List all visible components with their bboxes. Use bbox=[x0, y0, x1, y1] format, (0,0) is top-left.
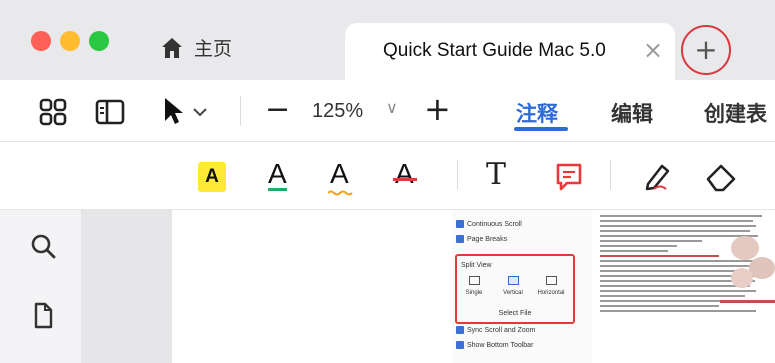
document-tab-title: Quick Start Guide Mac 5.0 bbox=[383, 40, 606, 61]
setting-label: Page Breaks bbox=[467, 235, 508, 243]
comment-icon[interactable] bbox=[555, 162, 583, 192]
eraser-icon[interactable] bbox=[704, 162, 738, 192]
split-option-label: Vertical bbox=[503, 290, 523, 296]
setting-sync-scroll[interactable]: Sync Scroll and Zoom bbox=[456, 326, 535, 334]
pen-icon[interactable] bbox=[642, 160, 674, 192]
split-option-horizontal[interactable]: Horizontal bbox=[536, 276, 566, 296]
toolbar-divider bbox=[240, 96, 241, 126]
setting-continuous-scroll[interactable]: Continuous Scroll bbox=[456, 220, 522, 228]
zoom-in-button[interactable]: + bbox=[424, 90, 451, 128]
setting-label: Show Bottom Toolbar bbox=[467, 341, 534, 349]
text-tool[interactable]: T bbox=[486, 160, 506, 190]
close-tab-icon[interactable]: × bbox=[643, 36, 663, 64]
setting-bottom-toolbar[interactable]: Show Bottom Toolbar bbox=[456, 341, 533, 349]
minimize-window-button[interactable] bbox=[60, 31, 80, 51]
home-icon bbox=[162, 37, 182, 58]
strike-line bbox=[393, 178, 417, 181]
checkbox-icon bbox=[456, 220, 464, 228]
split-option-label: Single bbox=[465, 290, 483, 296]
pointer-icon[interactable] bbox=[162, 96, 184, 126]
tab-annotate[interactable]: 注释 bbox=[516, 98, 558, 128]
tab-bar: 主页 Quick Start Guide Mac 5.0 × + bbox=[0, 0, 775, 80]
select-file-button[interactable]: Select File bbox=[457, 310, 573, 317]
split-option-single[interactable]: Single bbox=[459, 276, 489, 296]
tab-edit[interactable]: 编辑 bbox=[611, 98, 653, 128]
sidebar-panel-icon[interactable] bbox=[95, 99, 125, 125]
tab-create-form[interactable]: 创建表 bbox=[704, 98, 767, 128]
grid-view-icon[interactable] bbox=[38, 97, 68, 127]
app-window: 主页 Quick Start Guide Mac 5.0 × + − 125% … bbox=[0, 0, 775, 363]
setting-label: Sync Scroll and Zoom bbox=[467, 326, 536, 334]
chevron-down-icon[interactable] bbox=[192, 106, 208, 118]
zoom-window-button[interactable] bbox=[89, 31, 109, 51]
strikethrough-tool[interactable]: A bbox=[395, 160, 414, 188]
squiggly-tool[interactable]: A bbox=[330, 160, 349, 188]
close-window-button[interactable] bbox=[31, 31, 51, 51]
split-view-group: Split View Single Vertical Horizontal Se… bbox=[455, 254, 575, 324]
zoom-level[interactable]: 125% bbox=[312, 100, 363, 123]
main-toolbar: − 125% ∨ + 注释 编辑 创建表 bbox=[0, 80, 775, 142]
horizontal-split-icon bbox=[545, 276, 557, 285]
zoom-out-button[interactable]: − bbox=[265, 92, 290, 127]
toolbar-divider bbox=[610, 160, 611, 190]
pdf-illustration bbox=[720, 236, 775, 303]
single-view-icon bbox=[468, 276, 480, 285]
split-option-vertical[interactable]: Vertical bbox=[498, 276, 528, 296]
window-controls bbox=[31, 31, 109, 51]
split-option-label: Horizontal bbox=[537, 290, 565, 296]
active-tab-indicator bbox=[514, 127, 568, 131]
left-sidebar bbox=[0, 210, 82, 363]
checkbox-icon bbox=[456, 326, 464, 334]
highlight-tool[interactable]: A bbox=[198, 162, 226, 192]
new-tab-button[interactable]: + bbox=[681, 25, 731, 75]
squiggly-line-icon bbox=[328, 190, 353, 196]
home-tab-label: 主页 bbox=[194, 38, 233, 60]
search-icon[interactable] bbox=[30, 233, 56, 259]
setting-page-breaks[interactable]: Page Breaks bbox=[456, 235, 507, 243]
page-icon[interactable] bbox=[33, 302, 53, 330]
split-view-heading: Split View bbox=[461, 262, 492, 269]
checkbox-icon bbox=[456, 235, 464, 243]
checkbox-icon bbox=[456, 341, 464, 349]
underline-tool[interactable]: A bbox=[268, 160, 287, 191]
home-tab[interactable]: 主页 bbox=[160, 34, 232, 61]
toolbar-divider bbox=[457, 160, 458, 190]
zoom-chevron-icon[interactable]: ∨ bbox=[386, 98, 398, 117]
vertical-split-icon bbox=[507, 276, 519, 285]
annotation-toolbar: A A A A T bbox=[0, 142, 775, 210]
document-tab[interactable]: Quick Start Guide Mac 5.0 × bbox=[345, 23, 675, 80]
setting-label: Continuous Scroll bbox=[467, 220, 522, 228]
plus-icon: + bbox=[694, 33, 718, 66]
